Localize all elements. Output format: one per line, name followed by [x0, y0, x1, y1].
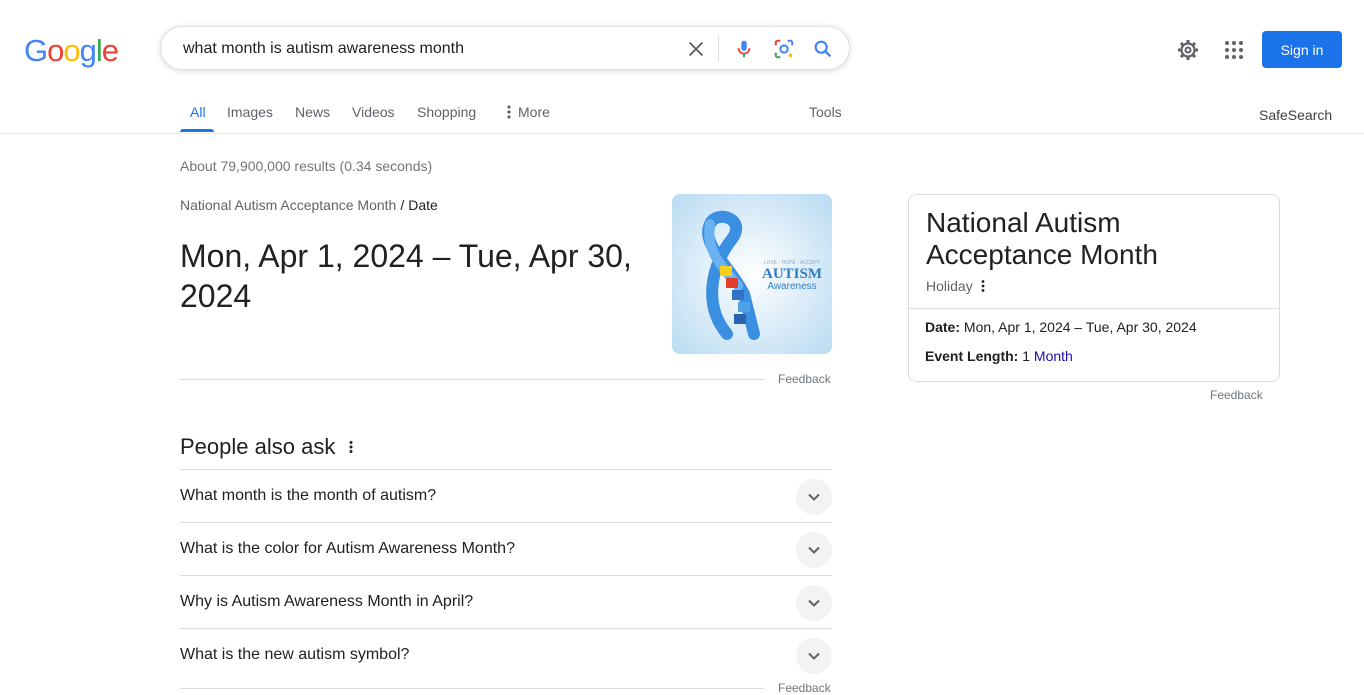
tab-shopping[interactable]: Shopping: [417, 103, 476, 121]
kp-date-label: Date:: [925, 319, 961, 335]
kp-length-unit-link[interactable]: Month: [1034, 348, 1073, 364]
chevron-down-icon[interactable]: [796, 532, 832, 568]
chevron-down-icon[interactable]: [796, 585, 832, 621]
breadcrumb: National Autism Acceptance Month / Date: [180, 197, 438, 213]
active-tab-indicator: [180, 129, 214, 132]
tab-videos[interactable]: Videos: [352, 103, 395, 121]
tab-images[interactable]: Images: [227, 103, 273, 121]
image-autism-text: AUTISM: [762, 266, 822, 282]
tab-news[interactable]: News: [295, 103, 330, 121]
kp-date-row: Date: Mon, Apr 1, 2024 – Tue, Apr 30, 20…: [925, 319, 1197, 335]
apps-grid-icon[interactable]: [1222, 38, 1246, 62]
paa-question-text: What is the color for Autism Awareness M…: [180, 540, 515, 557]
breadcrumb-separator: /: [400, 197, 405, 213]
google-logo[interactable]: Google: [24, 33, 119, 69]
microphone-icon[interactable]: [733, 38, 755, 60]
people-also-ask-heading: People also ask: [180, 434, 336, 459]
search-divider: [718, 36, 719, 62]
snippet-divider: [180, 379, 764, 380]
logo-letter: e: [101, 33, 119, 68]
knowledge-panel-options-icon[interactable]: [979, 279, 987, 293]
paa-options-icon[interactable]: [345, 440, 357, 454]
safesearch-button[interactable]: SafeSearch: [1259, 106, 1332, 124]
paa-question-3[interactable]: Why is Autism Awareness Month in April?: [180, 575, 832, 628]
breadcrumb-parent[interactable]: National Autism Acceptance Month: [180, 197, 396, 213]
paa-bottom-divider: [180, 688, 764, 689]
lens-icon[interactable]: [773, 38, 795, 60]
paa-question-text: What is the new autism symbol?: [180, 646, 410, 663]
settings-gear-icon[interactable]: [1176, 38, 1200, 62]
chevron-down-icon[interactable]: [796, 638, 832, 674]
knowledge-panel-subtitle: Holiday: [926, 278, 973, 294]
header-divider: [0, 133, 1364, 134]
logo-letter: G: [24, 33, 48, 68]
clear-icon[interactable]: [685, 38, 707, 60]
paa-question-2[interactable]: What is the color for Autism Awareness M…: [180, 522, 832, 575]
paa-question-text: Why is Autism Awareness Month in April?: [180, 593, 474, 610]
knowledge-panel-title: National Autism Acceptance Month: [926, 207, 1158, 270]
result-stats: About 79,900,000 results (0.34 seconds): [180, 158, 433, 174]
paa-question-1[interactable]: What month is the month of autism?: [180, 469, 832, 522]
search-icon[interactable]: [812, 38, 834, 60]
tab-more[interactable]: More: [518, 103, 550, 121]
snippet-feedback-link[interactable]: Feedback: [778, 372, 831, 386]
paa-question-4[interactable]: What is the new autism symbol?: [180, 628, 832, 688]
search-box[interactable]: [160, 26, 850, 71]
autism-ribbon-image[interactable]: LOVE · HOPE · ACCEPT AUTISM Awareness: [672, 194, 832, 354]
breadcrumb-current: Date: [408, 197, 438, 213]
tab-all[interactable]: All: [190, 103, 206, 121]
sign-in-button[interactable]: Sign in: [1262, 31, 1342, 68]
more-dots-icon[interactable]: [506, 104, 512, 125]
kp-length-number: 1: [1022, 348, 1031, 364]
featured-answer: Mon, Apr 1, 2024 – Tue, Apr 30, 2024: [180, 238, 632, 314]
search-input[interactable]: [181, 27, 675, 71]
tools-button[interactable]: Tools: [809, 103, 842, 121]
kp-date-value: Mon, Apr 1, 2024 – Tue, Apr 30, 2024: [963, 319, 1197, 335]
logo-letter: o: [47, 33, 64, 68]
logo-letter: o: [63, 33, 80, 68]
knowledge-panel: National Autism Acceptance Month Holiday…: [908, 194, 1280, 382]
logo-letter: g: [79, 33, 97, 68]
knowledge-panel-feedback-link[interactable]: Feedback: [1210, 388, 1263, 402]
paa-question-text: What month is the month of autism?: [180, 487, 437, 504]
kp-length-label: Event Length:: [925, 348, 1019, 364]
chevron-down-icon[interactable]: [796, 479, 832, 515]
image-awareness-text: Awareness: [767, 281, 816, 292]
knowledge-panel-divider: [909, 308, 1279, 309]
kp-length-row: Event Length: 1 Month: [925, 348, 1073, 364]
